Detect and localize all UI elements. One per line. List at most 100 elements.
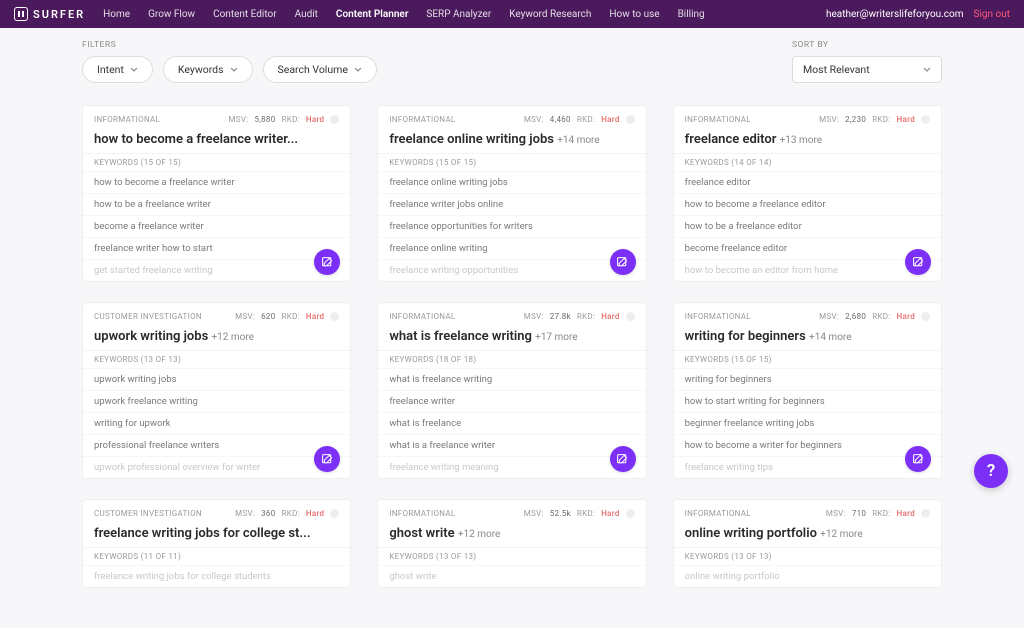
intent-badge: INFORMATIONAL <box>389 312 455 321</box>
info-icon[interactable] <box>330 509 339 518</box>
keyword-row[interactable]: freelance writing jobs for college stude… <box>83 565 350 587</box>
rkd-label: RKD: <box>872 115 890 124</box>
create-content-button[interactable] <box>905 446 931 472</box>
card-metrics: MSV: 710 RKD: Hard <box>826 509 930 518</box>
keyword-row[interactable]: how to start writing for beginners <box>674 390 941 412</box>
keyword-row[interactable]: beginner freelance writing jobs <box>674 412 941 434</box>
keyword-row[interactable]: what is a freelance writer <box>378 434 645 456</box>
keyword-row[interactable]: freelance writer jobs online <box>378 193 645 215</box>
msv-value: 620 <box>261 312 275 321</box>
filter-label: Intent <box>97 63 124 76</box>
nav-link-keyword-research[interactable]: Keyword Research <box>509 9 591 20</box>
keywords-header: KEYWORDS (13 OF 13) <box>83 350 350 368</box>
keyword-row[interactable]: upwork freelance writing <box>83 390 350 412</box>
filters-col: FILTERS IntentKeywordsSearch Volume <box>82 40 780 83</box>
cluster-card[interactable]: INFORMATIONALMSV: 2,230 RKD: Hard freela… <box>673 105 942 282</box>
brand[interactable]: SURFER <box>14 7 85 21</box>
more-count: +12 more <box>212 332 254 343</box>
info-icon[interactable] <box>626 312 635 321</box>
help-button[interactable]: ? <box>974 454 1008 488</box>
info-icon[interactable] <box>330 115 339 124</box>
nav-link-audit[interactable]: Audit <box>295 9 318 20</box>
keyword-row[interactable]: professional freelance writers <box>83 434 350 456</box>
keyword-row[interactable]: become freelance editor <box>674 237 941 259</box>
msv-label: MSV: <box>235 312 255 321</box>
keyword-row[interactable]: freelance writing meaning <box>378 456 645 478</box>
info-icon[interactable] <box>921 312 930 321</box>
card-head: INFORMATIONALMSV: 4,460 RKD: Hard <box>378 106 645 124</box>
card-head: INFORMATIONALMSV: 52.5k RKD: Hard <box>378 500 645 518</box>
cluster-card[interactable]: CUSTOMER INVESTIGATIONMSV: 620 RKD: Hard… <box>82 302 351 479</box>
keyword-row[interactable]: upwork professional overview for writer <box>83 456 350 478</box>
create-content-button[interactable] <box>610 249 636 275</box>
rkd-value: Hard <box>306 115 324 124</box>
user-email[interactable]: heather@writerslifeforyou.com <box>826 9 964 20</box>
chevron-down-icon <box>923 67 931 72</box>
msv-value: 5,880 <box>254 115 275 124</box>
nav-link-grow-flow[interactable]: Grow Flow <box>148 9 195 20</box>
nav-link-content-editor[interactable]: Content Editor <box>213 9 277 20</box>
cluster-card[interactable]: INFORMATIONALMSV: 2,680 RKD: Hard writin… <box>673 302 942 479</box>
keyword-row[interactable]: freelance writer <box>378 390 645 412</box>
keyword-row[interactable]: how to become a writer for beginners <box>674 434 941 456</box>
create-content-button[interactable] <box>905 249 931 275</box>
keyword-row[interactable]: how to become a freelance writer <box>83 171 350 193</box>
keyword-row[interactable]: how to become a freelance editor <box>674 193 941 215</box>
keyword-row[interactable]: upwork writing jobs <box>83 368 350 390</box>
keywords-header: KEYWORDS (15 OF 15) <box>83 153 350 171</box>
keyword-row[interactable]: freelance writer how to start <box>83 237 350 259</box>
msv-label: MSV: <box>819 312 839 321</box>
sign-out-link[interactable]: Sign out <box>974 9 1010 20</box>
info-icon[interactable] <box>626 115 635 124</box>
keyword-row[interactable]: get started freelance writing <box>83 259 350 281</box>
sort-select[interactable]: Most Relevant <box>792 56 942 83</box>
keyword-row[interactable]: what is freelance <box>378 412 645 434</box>
chevron-down-icon <box>130 67 138 72</box>
cluster-card[interactable]: INFORMATIONALMSV: 5,880 RKD: Hard how to… <box>82 105 351 282</box>
keywords-header: KEYWORDS (13 OF 13) <box>674 547 941 565</box>
card-metrics: MSV: 52.5k RKD: Hard <box>524 509 635 518</box>
info-icon[interactable] <box>921 115 930 124</box>
cluster-card[interactable]: INFORMATIONALMSV: 52.5k RKD: Hard ghost … <box>377 499 646 588</box>
nav-link-how-to-use[interactable]: How to use <box>609 9 659 20</box>
cluster-card[interactable]: INFORMATIONALMSV: 27.8k RKD: Hard what i… <box>377 302 646 479</box>
filter-intent[interactable]: Intent <box>82 56 153 83</box>
msv-value: 4,460 <box>550 115 571 124</box>
rkd-label: RKD: <box>872 509 890 518</box>
nav-link-billing[interactable]: Billing <box>678 9 705 20</box>
nav-link-serp-analyzer[interactable]: SERP Analyzer <box>426 9 491 20</box>
title-text: what is freelance writing <box>389 329 532 344</box>
keyword-row[interactable]: writing for beginners <box>674 368 941 390</box>
keyword-row[interactable]: freelance writing tips <box>674 456 941 478</box>
info-icon[interactable] <box>626 509 635 518</box>
info-icon[interactable] <box>330 312 339 321</box>
cluster-card[interactable]: INFORMATIONALMSV: 4,460 RKD: Hard freela… <box>377 105 646 282</box>
keyword-row[interactable]: become a freelance writer <box>83 215 350 237</box>
title-text: upwork writing jobs <box>94 329 208 344</box>
card-head: INFORMATIONALMSV: 27.8k RKD: Hard <box>378 303 645 321</box>
keyword-row[interactable]: freelance online writing jobs <box>378 171 645 193</box>
rkd-label: RKD: <box>282 509 300 518</box>
keyword-row[interactable]: what is freelance writing <box>378 368 645 390</box>
keyword-row[interactable]: ghost write <box>378 565 645 587</box>
keyword-row[interactable]: online writing portfolio <box>674 565 941 587</box>
keyword-row[interactable]: freelance editor <box>674 171 941 193</box>
create-content-button[interactable] <box>610 446 636 472</box>
filters-row: FILTERS IntentKeywordsSearch Volume SORT… <box>82 40 942 83</box>
keyword-row[interactable]: freelance opportunities for writers <box>378 215 645 237</box>
filter-keywords[interactable]: Keywords <box>163 56 253 83</box>
keyword-row[interactable]: writing for upwork <box>83 412 350 434</box>
nav-link-home[interactable]: Home <box>103 9 130 20</box>
keyword-row[interactable]: how to be a freelance writer <box>83 193 350 215</box>
cluster-card[interactable]: INFORMATIONALMSV: 710 RKD: Hard online w… <box>673 499 942 588</box>
keyword-row[interactable]: freelance writing opportunities <box>378 259 645 281</box>
keyword-row[interactable]: how to become an editor from home <box>674 259 941 281</box>
keyword-row[interactable]: freelance online writing <box>378 237 645 259</box>
rkd-label: RKD: <box>577 312 595 321</box>
keyword-row[interactable]: how to be a freelance editor <box>674 215 941 237</box>
info-icon[interactable] <box>921 509 930 518</box>
rkd-value: Hard <box>601 312 619 321</box>
cluster-card[interactable]: CUSTOMER INVESTIGATIONMSV: 360 RKD: Hard… <box>82 499 351 588</box>
nav-link-content-planner[interactable]: Content Planner <box>336 9 409 20</box>
filter-search-volume[interactable]: Search Volume <box>263 56 377 83</box>
